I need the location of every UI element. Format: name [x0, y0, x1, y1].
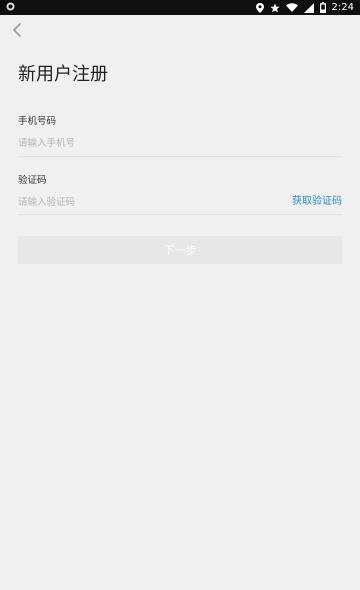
status-left	[6, 2, 15, 14]
chevron-left-icon	[12, 22, 22, 41]
wifi-icon	[285, 3, 298, 12]
code-input[interactable]	[18, 191, 258, 213]
code-underline	[18, 214, 342, 215]
code-label: 验证码	[18, 175, 47, 186]
back-button[interactable]	[8, 22, 26, 40]
status-bar: 2:24	[0, 0, 360, 15]
get-code-button[interactable]: 获取验证码	[292, 195, 342, 209]
phone-input[interactable]	[18, 132, 342, 154]
phone-label: 手机号码	[18, 116, 57, 127]
location-icon	[255, 2, 264, 13]
next-button[interactable]: 下一步	[18, 236, 342, 264]
status-time: 2:24	[331, 2, 354, 13]
app-notification-icon	[6, 2, 15, 14]
signal-icon	[303, 2, 314, 13]
phone-underline	[18, 156, 342, 157]
status-right: 2:24	[255, 0, 354, 15]
battery-icon	[319, 2, 326, 13]
star-icon	[269, 3, 280, 13]
page-title: 新用户注册	[18, 64, 108, 85]
